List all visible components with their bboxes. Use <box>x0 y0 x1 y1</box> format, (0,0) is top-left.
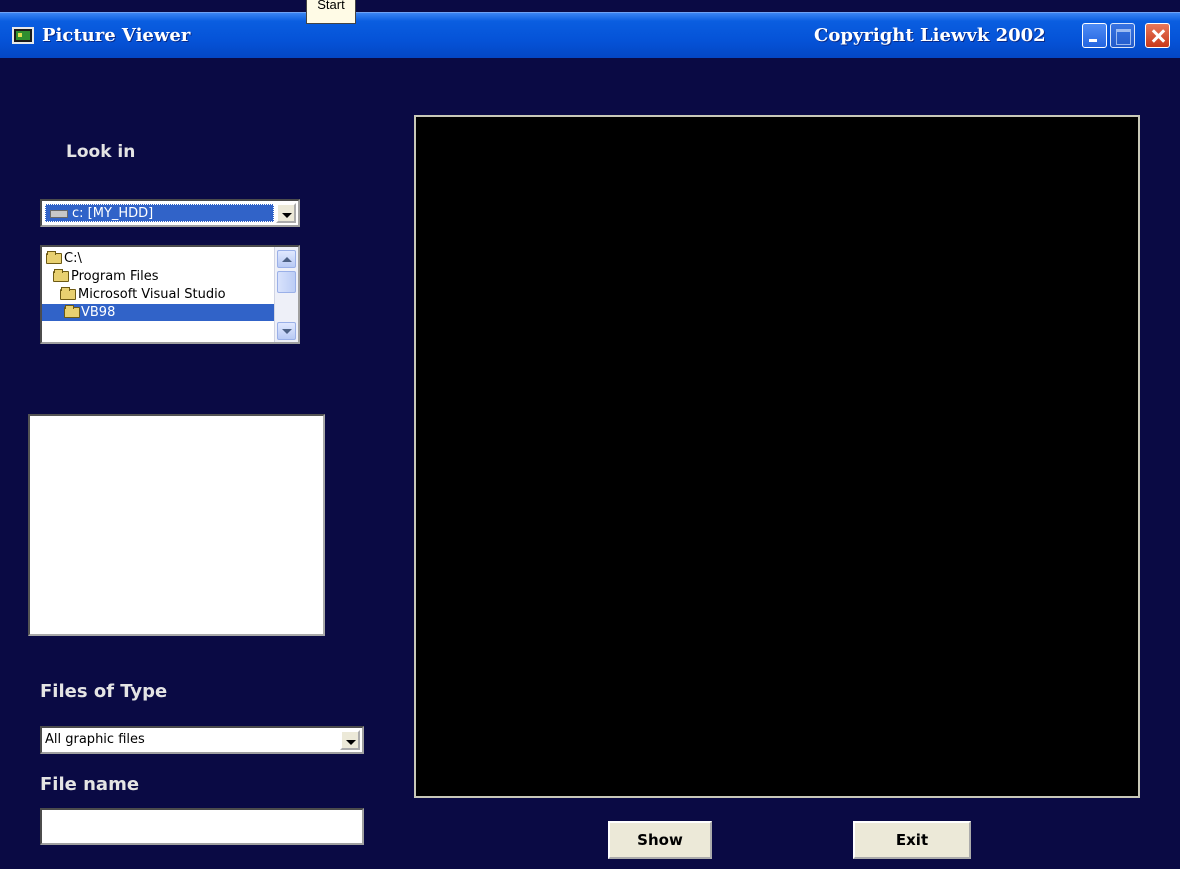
directory-item[interactable]: Program Files <box>51 268 159 285</box>
chevron-down-icon[interactable] <box>340 730 360 750</box>
drive-label: c: [MY_HDD] <box>72 206 154 221</box>
scroll-up-icon[interactable] <box>277 250 296 268</box>
directory-label: Microsoft Visual Studio <box>78 287 226 302</box>
window-title: Picture Viewer <box>42 25 191 46</box>
drive-select-value: c: [MY_HDD] <box>45 204 274 222</box>
file-name-label: File name <box>40 774 140 795</box>
directory-item[interactable]: Microsoft Visual Studio <box>58 286 226 303</box>
file-type-select[interactable]: All graphic files <box>40 726 364 754</box>
directory-item-selected[interactable]: VB98 <box>42 304 275 321</box>
folder-icon <box>46 251 62 264</box>
picture-viewer-app-icon[interactable] <box>12 27 34 44</box>
folder-icon <box>64 305 80 318</box>
picture-display <box>414 115 1140 798</box>
show-button[interactable]: Show <box>608 821 712 859</box>
directory-label: Program Files <box>71 269 159 284</box>
file-type-value: All graphic files <box>45 732 145 747</box>
scroll-down-icon[interactable] <box>277 322 296 340</box>
directory-label: C:\ <box>64 251 82 266</box>
look-in-label: Look in <box>66 142 136 162</box>
files-of-type-label: Files of Type <box>40 681 168 702</box>
maximize-button[interactable] <box>1110 23 1135 48</box>
directory-label: VB98 <box>81 305 116 320</box>
close-button[interactable] <box>1145 23 1170 48</box>
exit-button[interactable]: Exit <box>853 821 971 859</box>
scroll-thumb[interactable] <box>277 271 296 293</box>
hard-drive-icon <box>50 210 68 218</box>
minimize-button[interactable] <box>1082 23 1107 48</box>
file-name-input[interactable] <box>40 808 364 845</box>
title-bar[interactable]: Picture Viewer Copyright Liewvk 2002 <box>0 12 1180 58</box>
start-tooltip: Start <box>306 0 356 24</box>
chevron-down-icon[interactable] <box>276 203 296 223</box>
directory-item[interactable]: C:\ <box>44 250 82 267</box>
directory-scrollbar[interactable] <box>274 247 298 342</box>
copyright-text: Copyright Liewvk 2002 <box>814 25 1046 46</box>
folder-icon <box>53 269 69 282</box>
drive-select[interactable]: c: [MY_HDD] <box>40 199 300 227</box>
file-list[interactable] <box>28 414 325 636</box>
directory-list[interactable]: C:\ Program Files Microsoft Visual Studi… <box>40 245 300 344</box>
folder-icon <box>60 287 76 300</box>
